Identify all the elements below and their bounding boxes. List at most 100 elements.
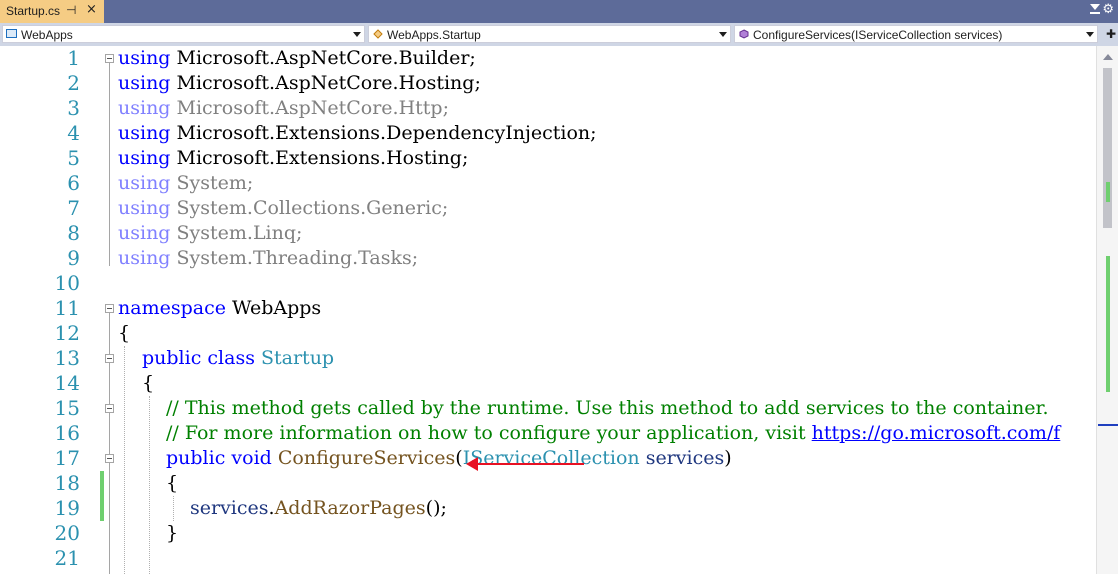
code-line-unused: using System; xyxy=(118,171,253,196)
code-line-unused: using System.Collections.Generic; xyxy=(118,196,448,221)
scrollbar-caret-marker xyxy=(1098,424,1118,426)
keyword: using xyxy=(118,247,171,269)
paren: ) xyxy=(724,447,732,469)
line-number: 6 xyxy=(67,171,80,195)
brace: } xyxy=(166,522,179,544)
code-line: namespace WebApps xyxy=(118,296,321,321)
project-dropdown-value: WebApps xyxy=(21,28,73,42)
member-dropdown-value: ConfigureServices(IServiceCollection ser… xyxy=(753,28,1003,42)
split-window-icon[interactable]: ✚ xyxy=(1106,27,1116,41)
scroll-up-icon[interactable] xyxy=(1103,54,1113,60)
code-line: using Microsoft.Extensions.Hosting; xyxy=(118,146,468,171)
line-number: 2 xyxy=(67,71,80,95)
annotation-arrow xyxy=(470,463,584,465)
class-dropdown[interactable]: WebApps.Startup xyxy=(368,25,731,43)
keyword: using xyxy=(118,97,171,119)
code-line: { xyxy=(166,471,178,496)
keyword: using xyxy=(118,222,171,244)
line-number: 20 xyxy=(54,521,80,545)
scroll-thumb[interactable] xyxy=(1103,68,1112,228)
code-line: } xyxy=(166,521,178,546)
code-line: { xyxy=(142,371,154,396)
keyword: using xyxy=(118,122,171,144)
brace: { xyxy=(142,372,155,394)
close-icon[interactable]: × xyxy=(86,2,97,17)
comment-link[interactable]: https://go.microsoft.com/f xyxy=(812,422,1061,444)
line-number: 8 xyxy=(67,221,80,245)
code-text: System; xyxy=(170,172,254,194)
line-number: 17 xyxy=(54,446,80,470)
line-number: 12 xyxy=(54,321,80,345)
code-line: using Microsoft.Extensions.DependencyInj… xyxy=(118,121,597,146)
line-number: 11 xyxy=(54,296,80,320)
line-number: 4 xyxy=(67,121,80,145)
method-icon xyxy=(739,29,749,39)
line-number: 10 xyxy=(54,271,80,295)
parameter-name: services xyxy=(645,447,725,469)
comment: // For more information on how to config… xyxy=(166,422,812,444)
tab-list-dropdown-line xyxy=(1090,12,1100,14)
tab-startup-cs[interactable]: Startup.cs ⊣ × xyxy=(0,0,104,23)
project-dropdown[interactable]: WebApps xyxy=(2,25,365,43)
scrollbar-change-marker xyxy=(1106,182,1110,202)
code-line: using Microsoft.AspNetCore.Hosting; xyxy=(118,71,481,96)
code-text: (); xyxy=(425,497,447,519)
member-dropdown[interactable]: ConfigureServices(IServiceCollection ser… xyxy=(734,25,1098,43)
variable-name: services xyxy=(190,497,269,519)
keyword: using xyxy=(118,72,171,94)
line-number: 19 xyxy=(54,496,80,520)
line-number: 7 xyxy=(67,196,80,220)
code-text: System.Linq; xyxy=(170,222,303,244)
code-line: services.AddRazorPages(); xyxy=(190,496,447,521)
line-number: 9 xyxy=(67,246,80,270)
paren: ( xyxy=(455,447,463,469)
code-line: { xyxy=(118,321,130,346)
code-line: // This method gets called by the runtim… xyxy=(166,396,1049,421)
tab-title: Startup.cs xyxy=(6,4,61,18)
code-text: System.Collections.Generic; xyxy=(170,197,449,219)
keyword: public class xyxy=(142,347,255,369)
chevron-down-icon xyxy=(1086,32,1094,37)
code-line: // For more information on how to config… xyxy=(166,421,1096,446)
class-dropdown-value: WebApps.Startup xyxy=(387,28,481,42)
brace: { xyxy=(118,322,131,344)
line-number: 14 xyxy=(54,371,80,395)
annotation-arrow-head xyxy=(466,457,478,471)
keyword: using xyxy=(118,147,171,169)
keyword: using xyxy=(118,172,171,194)
code-text: System.Threading.Tasks; xyxy=(170,247,419,269)
code-line-unused: using Microsoft.AspNetCore.Http; xyxy=(118,96,449,121)
code-text: Microsoft.Extensions.DependencyInjection… xyxy=(170,122,597,144)
project-icon xyxy=(6,29,17,38)
code-editor[interactable]: 1 2 3 4 5 6 7 8 9 10 11 12 13 14 15 16 1… xyxy=(0,46,1118,574)
code-line: using Microsoft.AspNetCore.Builder; xyxy=(118,46,476,71)
code-line: public void ConfigureServices(IServiceCo… xyxy=(166,446,732,471)
document-tab-bar: Startup.cs ⊣ × ⚙ xyxy=(0,0,1118,23)
line-number: 21 xyxy=(54,546,80,570)
keyword: using xyxy=(118,197,171,219)
settings-icon[interactable]: ⚙ xyxy=(1102,2,1114,17)
code-text: WebApps xyxy=(225,297,322,319)
brace: { xyxy=(166,472,179,494)
tab-list-dropdown-icon[interactable] xyxy=(1090,4,1100,10)
comment: // This method gets called by the runtim… xyxy=(166,397,1049,419)
code-text: Microsoft.AspNetCore.Hosting; xyxy=(170,72,481,94)
vertical-scrollbar[interactable] xyxy=(1096,46,1118,574)
code-text: Microsoft.AspNetCore.Http; xyxy=(170,97,449,119)
scrollbar-change-marker xyxy=(1106,312,1110,392)
chevron-down-icon xyxy=(719,32,727,37)
chevron-down-icon xyxy=(353,32,361,37)
line-number: 1 xyxy=(67,46,80,70)
line-number: 5 xyxy=(67,146,80,170)
method-name: ConfigureServices xyxy=(277,447,456,469)
navigation-bar: WebApps WebApps.Startup ConfigureService… xyxy=(0,23,1118,46)
keyword: using xyxy=(118,47,171,69)
code-line-unused: using System.Threading.Tasks; xyxy=(118,246,418,271)
code-text: Microsoft.AspNetCore.Builder; xyxy=(170,47,476,69)
method-name: AddRazorPages xyxy=(274,497,426,519)
pin-icon[interactable]: ⊣ xyxy=(66,3,76,17)
line-number: 13 xyxy=(54,346,80,370)
line-number: 15 xyxy=(54,396,80,420)
type-name: IServiceCollection xyxy=(462,447,640,469)
code-line: public class Startup xyxy=(142,346,334,371)
